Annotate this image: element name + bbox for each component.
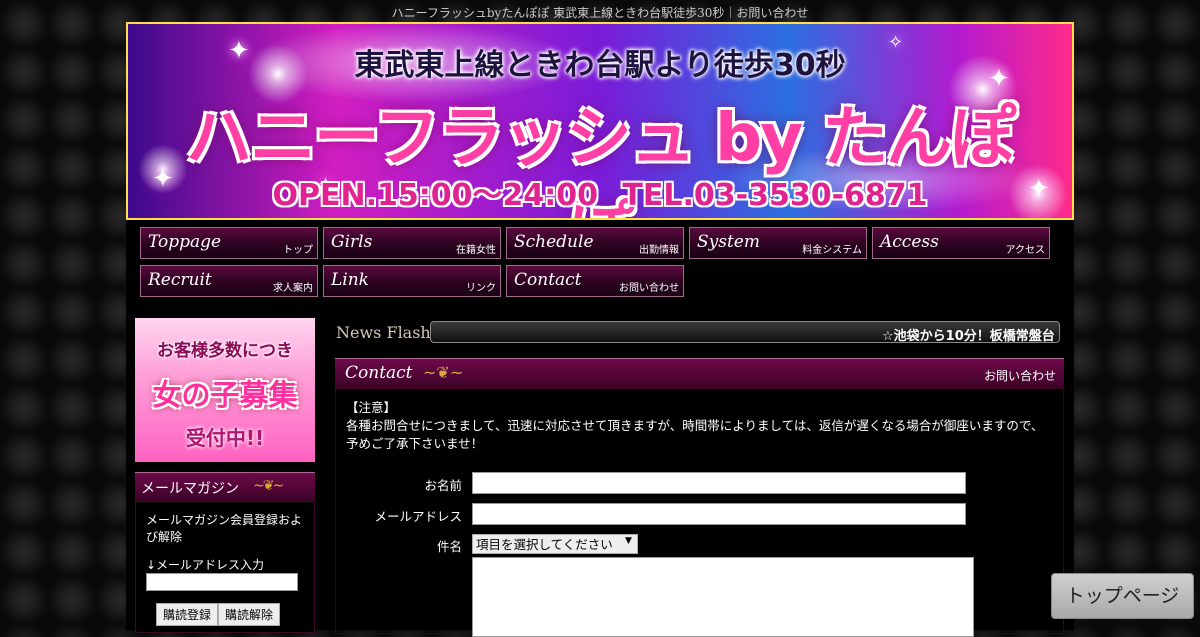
nav-label-en: Schedule [514, 232, 594, 252]
mailmag-title: メールマガジン [141, 481, 239, 497]
nav-label-jp: トップ [283, 245, 313, 256]
subject-label: 件名 [436, 539, 462, 554]
subject-select[interactable]: 項目を選択してください [472, 534, 638, 554]
message-textarea[interactable] [472, 557, 974, 637]
recruit-banner-line2: 女の子募集 [152, 378, 298, 412]
ornament-icon: ~❦~ [423, 363, 464, 382]
nav-label-en: System [697, 232, 760, 252]
nav-label-en: Contact [514, 270, 582, 290]
mailmag-buttons: 購読登録 購読解除 [146, 603, 304, 626]
nav-access[interactable]: Access アクセス [872, 227, 1050, 259]
nav-label-jp: 出勤情報 [639, 245, 679, 256]
news-flash: News Flash ☆池袋から10分！板橋常盤台 [335, 318, 1064, 346]
header-banner[interactable]: ✦ ✦ ✦ ✦ ✧ ✧ 東武東上線ときわ台駅より徒歩30秒 ハニーフラッシュ b… [126, 22, 1074, 220]
ornament-icon: ~❦~ [253, 478, 284, 494]
section-title-jp: お問い合わせ [983, 369, 1056, 383]
name-field[interactable] [472, 472, 966, 494]
news-ticker[interactable]: ☆池袋から10分！板橋常盤台 [430, 321, 1060, 343]
section-header: Contact ~❦~ お問い合わせ [335, 358, 1064, 389]
nav-label-en: Toppage [148, 232, 222, 252]
section-title-en: Contact [345, 363, 413, 383]
recruit-banner-line1: お客様多数につき [157, 341, 293, 361]
nav-system[interactable]: System 料金システム [689, 227, 867, 259]
nav-label-jp: 料金システム [802, 245, 862, 256]
news-flash-label: News Flash [336, 323, 431, 342]
sidebar: お客様多数につき 女の子募集 受付中!! メールマガジン ~❦~ メールマガジン… [135, 318, 315, 633]
nav-label-jp: 在籍女性 [456, 245, 496, 256]
nav-label-jp: お問い合わせ [619, 283, 679, 294]
email-label: メールアドレス [374, 509, 462, 524]
nav-girls[interactable]: Girls 在籍女性 [323, 227, 501, 259]
nav-label-jp: 求人案内 [273, 283, 313, 294]
nav-label-en: Recruit [148, 270, 212, 290]
notice-text: 【注意】 各種お問合せにつきまして、迅速に対応させて頂きますが、時間帯によりまし… [346, 399, 1054, 453]
nav-contact[interactable]: Contact お問い合わせ [506, 265, 684, 297]
nav-label-en: Link [331, 270, 369, 290]
nav-label-jp: リンク [466, 283, 496, 294]
nav-toppage[interactable]: Toppage トップ [140, 227, 318, 259]
nav-schedule[interactable]: Schedule 出勤情報 [506, 227, 684, 259]
nav-label-jp: アクセス [1005, 245, 1046, 256]
form-row-name: お名前 [336, 472, 1065, 496]
recruit-banner-line3: 受付中!! [185, 426, 265, 450]
mailmag-input-label: ↓メールアドレス入力 [146, 558, 265, 572]
news-ticker-text: ☆池袋から10分！板橋常盤台 [882, 329, 1055, 343]
mailmag-email-input[interactable] [146, 573, 298, 591]
recruit-banner[interactable]: お客様多数につき 女の子募集 受付中!! [135, 318, 315, 462]
banner-hours-phone: OPEN.15:00～24:00 TEL.03-3530-6871 [272, 178, 928, 213]
nav-label-en: Girls [331, 232, 373, 252]
contact-form-area: 【注意】 各種お問合せにつきまして、迅速に対応させて頂きますが、時間帯によりまし… [335, 389, 1065, 637]
subscribe-button[interactable]: 購読登録 [156, 603, 219, 626]
notice-heading: 【注意】 [346, 400, 397, 415]
form-row-subject: 件名 項目を選択してください ▼ [336, 533, 1065, 557]
site-title: ハニーフラッシュbyたんぽぽ 東武東上線ときわ台駅徒歩30秒｜お問い合わせ [391, 6, 809, 20]
email-field[interactable] [472, 503, 966, 525]
mailmag-header: メールマガジン ~❦~ [135, 472, 315, 501]
banner-tagline: 東武東上線ときわ台駅より徒歩30秒 [354, 48, 846, 83]
form-row-email: メールアドレス [336, 503, 1065, 527]
back-to-top-button[interactable]: トップページ [1051, 573, 1194, 619]
main-content: News Flash ☆池袋から10分！板橋常盤台 Contact ~❦~ お問… [335, 318, 1065, 637]
nav-recruit[interactable]: Recruit 求人案内 [140, 265, 318, 297]
nav-label-en: Access [880, 232, 939, 252]
nav-link[interactable]: Link リンク [323, 265, 501, 297]
mailmag-panel: メールマガジン会員登録および解除 ↓メールアドレス入力 購読登録 購読解除 [135, 501, 315, 633]
name-label: お名前 [424, 478, 462, 493]
page-wrapper: ✦ ✦ ✦ ✦ ✧ ✧ 東武東上線ときわ台駅より徒歩30秒 ハニーフラッシュ b… [126, 22, 1074, 637]
unsubscribe-button[interactable]: 購読解除 [218, 603, 281, 626]
notice-body: 各種お問合せにつきまして、迅速に対応させて頂きますが、時間帯によりましては、返信… [346, 418, 1044, 451]
mailmag-description: メールマガジン会員登録および解除 [146, 513, 303, 544]
